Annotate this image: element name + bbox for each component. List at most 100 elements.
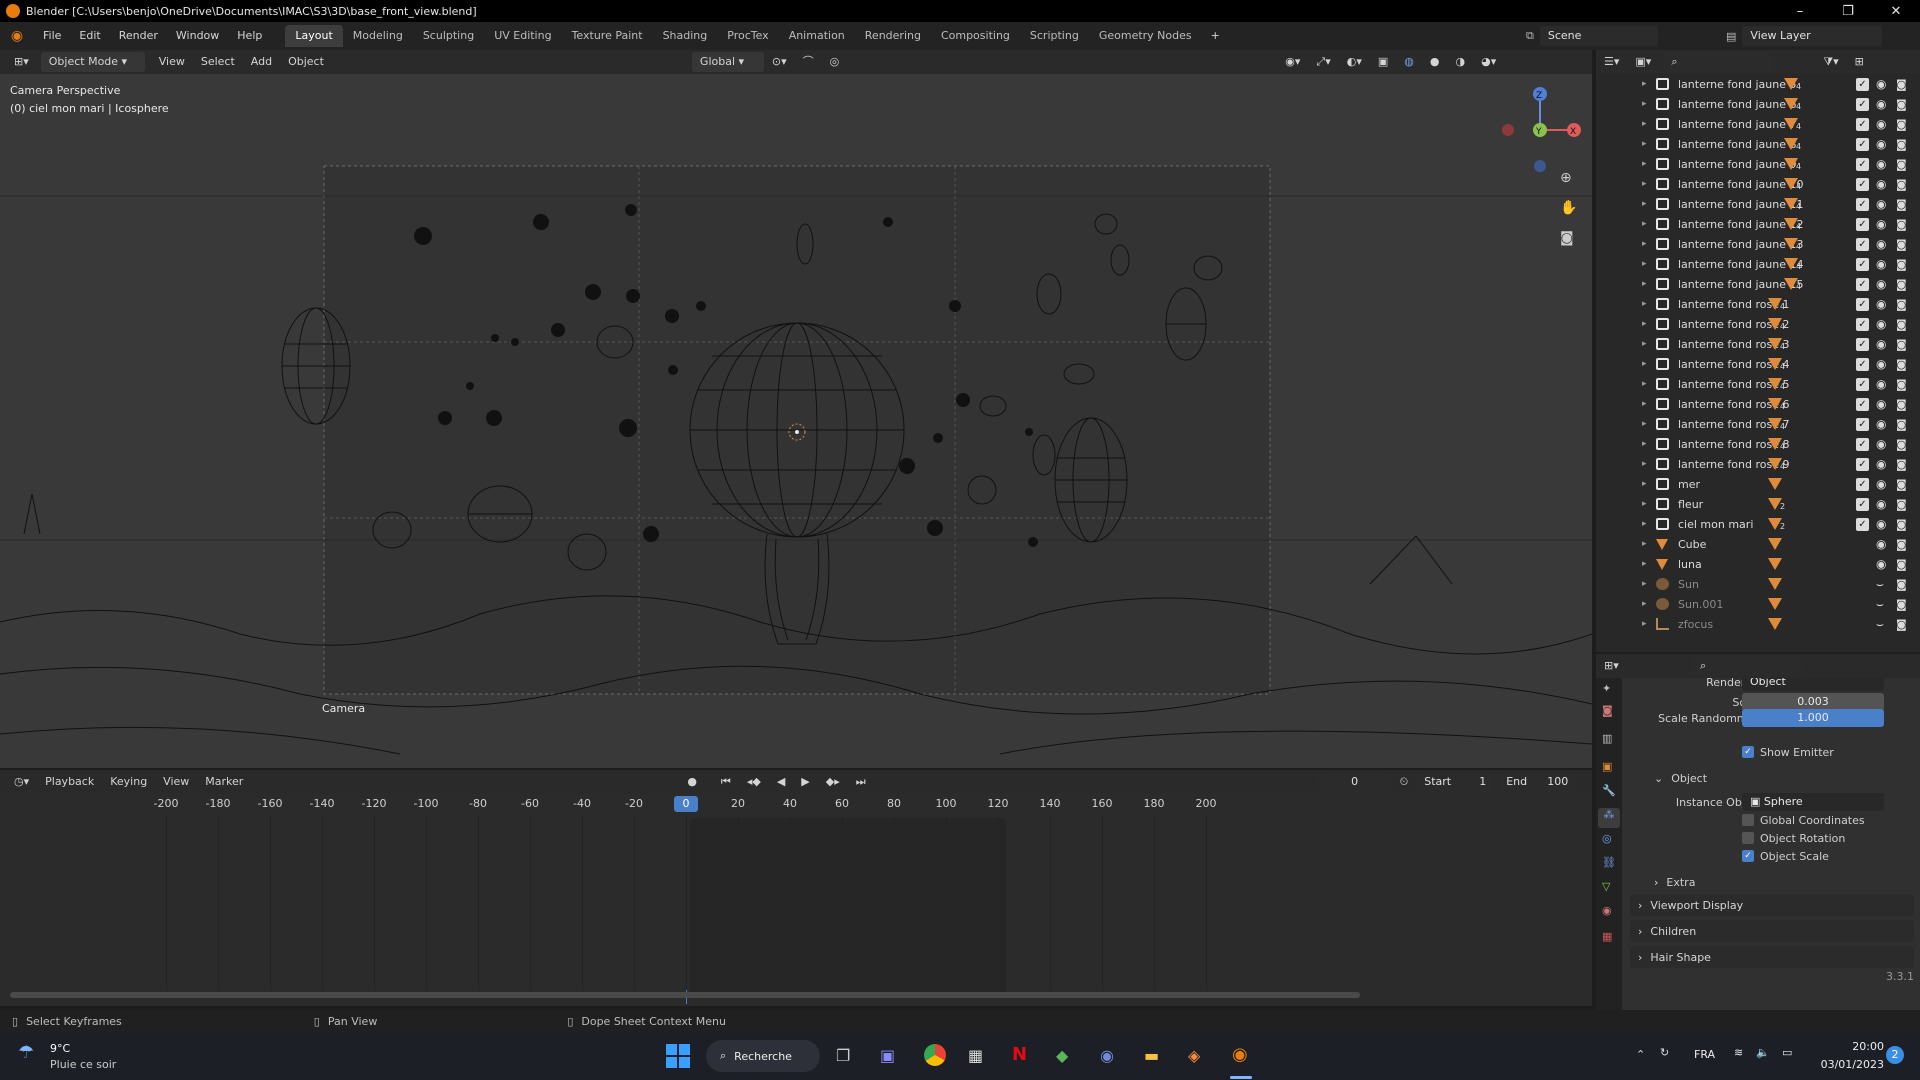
expand-arrow-icon[interactable]: ▸ [1642, 439, 1647, 449]
expand-arrow-icon[interactable]: ▸ [1642, 139, 1647, 149]
visibility-eye-icon[interactable]: ◉ [1876, 277, 1886, 291]
expand-arrow-icon[interactable]: ▸ [1642, 79, 1647, 89]
render-camera-icon[interactable]: ◙ [1896, 538, 1907, 551]
next-keyframe-icon[interactable]: ◆▸ [818, 772, 848, 792]
exclude-checkbox[interactable]: ✓ [1856, 117, 1869, 131]
menu-render[interactable]: Render [110, 25, 167, 47]
children-panel[interactable]: › Children [1630, 920, 1914, 942]
expand-arrow-icon[interactable]: ▸ [1642, 599, 1647, 609]
visibility-eye-icon[interactable]: ◉ [1876, 317, 1886, 331]
volume-icon[interactable]: 🔈 [1756, 1046, 1770, 1059]
particles-tab-icon[interactable]: ⁂ [1598, 808, 1620, 828]
outliner-row[interactable]: ▸ Sun ⌣ ◙ [1596, 574, 1920, 594]
expand-arrow-icon[interactable]: ▸ [1642, 539, 1647, 549]
wireframe-shading-icon[interactable]: ◍ [1396, 52, 1422, 72]
windows-start-icon[interactable] [666, 1044, 690, 1068]
exclude-checkbox[interactable]: ✓ [1856, 97, 1869, 111]
exclude-checkbox[interactable]: ✓ [1856, 297, 1869, 311]
record-icon[interactable]: ● [679, 772, 705, 792]
netflix-icon[interactable]: N [1012, 1044, 1027, 1065]
outliner-row[interactable]: ▸ Cube ◉ ◙ [1596, 534, 1920, 554]
timeline-editor-type-icon[interactable]: ◷▾ [6, 772, 37, 792]
visibility-eye-icon[interactable]: ◉ [1876, 97, 1886, 111]
exclude-checkbox[interactable]: ✓ [1856, 277, 1869, 291]
show-emitter-row[interactable]: ✓ Show Emitter [1742, 742, 1920, 762]
exclude-checkbox[interactable]: ✓ [1856, 257, 1869, 271]
visibility-icon[interactable]: ◉▾ [1277, 52, 1308, 72]
render-camera-icon[interactable]: ◙ [1896, 518, 1907, 531]
viewport-display-panel[interactable]: › Viewport Display [1630, 894, 1914, 916]
render-camera-icon[interactable]: ◙ [1896, 398, 1907, 411]
xray-icon[interactable]: ▣ [1370, 52, 1396, 72]
instance-object-field[interactable]: ▣ Sphere [1742, 793, 1884, 811]
show-emitter-checkbox[interactable]: ✓ [1742, 746, 1754, 758]
outliner-row[interactable]: ▸ lanterne fond rose 7 4 ✓ ◉ ◙ [1596, 414, 1920, 434]
outliner-row[interactable]: ▸ lanterne fond rose 4 4 ✓ ◉ ◙ [1596, 354, 1920, 374]
exclude-checkbox[interactable]: ✓ [1856, 497, 1869, 511]
viewport-menu-object[interactable]: Object [280, 52, 332, 72]
chrome-icon[interactable] [924, 1044, 946, 1066]
scene-name-field[interactable]: Scene [1539, 26, 1658, 46]
exclude-checkbox[interactable]: ✓ [1856, 477, 1869, 491]
outliner-search-input[interactable]: ⌕ [1663, 52, 1774, 72]
expand-arrow-icon[interactable]: ▸ [1642, 579, 1647, 589]
object-scale-row[interactable]: ✓ Object Scale [1742, 846, 1920, 866]
render-camera-icon[interactable]: ◙ [1896, 138, 1907, 151]
render-camera-icon[interactable]: ◙ [1896, 198, 1907, 211]
expand-arrow-icon[interactable]: ▸ [1642, 619, 1647, 629]
render-camera-icon[interactable]: ◙ [1896, 238, 1907, 251]
workspace-tab-compositing[interactable]: Compositing [931, 25, 1020, 47]
new-collection-icon[interactable]: ⊞ [1847, 52, 1872, 72]
gizmo-icon[interactable]: ⤢▾ [1308, 52, 1338, 72]
expand-arrow-icon[interactable]: ▸ [1642, 259, 1647, 269]
visibility-eye-icon[interactable]: ◉ [1876, 437, 1886, 451]
constraints-tab-icon[interactable]: ⛓ [1602, 856, 1616, 869]
add-workspace-button[interactable]: + [1202, 25, 1229, 47]
view-layer-selector[interactable]: ▤ View Layer [1726, 25, 1883, 47]
render-camera-icon[interactable]: ◙ [1896, 578, 1907, 591]
expand-arrow-icon[interactable]: ▸ [1642, 379, 1647, 389]
expand-arrow-icon[interactable]: ▸ [1642, 279, 1647, 289]
mode-selector[interactable]: Object Mode ▾ [40, 52, 145, 72]
clock-date[interactable]: 03/01/2023 [1818, 1058, 1884, 1071]
outliner-row[interactable]: ▸ lanterne fond rose 6 4 ✓ ◉ ◙ [1596, 394, 1920, 414]
outliner-row[interactable]: ▸ lanterne fond jaune 12 4 ✓ ◉ ◙ [1596, 214, 1920, 234]
render-camera-icon[interactable]: ◙ [1896, 498, 1907, 511]
outliner-row[interactable]: ▸ lanterne fond jaune 9 4 ✓ ◉ ◙ [1596, 154, 1920, 174]
visibility-eye-icon[interactable]: ◉ [1876, 117, 1886, 131]
transform-orientation-select[interactable]: Global ▾ [691, 52, 764, 72]
store-icon[interactable]: ▦ [968, 1046, 983, 1065]
expand-arrow-icon[interactable]: ▸ [1642, 399, 1647, 409]
workspace-tab-shading[interactable]: Shading [653, 25, 718, 47]
material-shading-icon[interactable]: ◑ [1447, 52, 1473, 72]
menu-help[interactable]: Help [228, 25, 271, 47]
temperature[interactable]: 9°C [50, 1042, 70, 1055]
brave-icon[interactable]: ◈ [1188, 1046, 1200, 1065]
outliner-row[interactable]: ▸ lanterne fond jaune 6 4 ✓ ◉ ◙ [1596, 94, 1920, 114]
visibility-eye-icon[interactable]: ◉ [1876, 517, 1886, 531]
exclude-checkbox[interactable]: ✓ [1856, 337, 1869, 351]
outliner-row[interactable]: ▸ lanterne fond jaune 14 4 ✓ ◉ ◙ [1596, 254, 1920, 274]
render-camera-icon[interactable]: ◙ [1896, 358, 1907, 371]
viewport-menu-add[interactable]: Add [243, 52, 280, 72]
language-indicator[interactable]: FRA [1694, 1048, 1715, 1061]
navigation-gizmo[interactable]: Z Y X [1494, 86, 1586, 172]
task-view-icon[interactable]: ❐ [836, 1046, 850, 1065]
outliner-row[interactable]: ▸ lanterne fond rose 1 4 ✓ ◉ ◙ [1596, 294, 1920, 314]
workspace-tab-texture-paint[interactable]: Texture Paint [562, 25, 653, 47]
start-frame-field[interactable]: Start 1 [1416, 772, 1495, 792]
render-camera-icon[interactable]: ◙ [1896, 218, 1907, 231]
workspace-tab-geometry-nodes[interactable]: Geometry Nodes [1089, 25, 1202, 47]
file-explorer-icon[interactable]: ▬ [1144, 1046, 1159, 1065]
render-camera-icon[interactable]: ◙ [1896, 598, 1907, 611]
render-camera-icon[interactable]: ◙ [1896, 78, 1907, 91]
visibility-eye-icon[interactable]: ◉ [1876, 357, 1886, 371]
render-camera-icon[interactable]: ◙ [1896, 118, 1907, 131]
workspace-tab-proctex[interactable]: ProcTex [717, 25, 778, 47]
prev-keyframe-icon[interactable]: ◂◆ [739, 772, 769, 792]
outliner-row[interactable]: ▸ lanterne fond rose 9 4 ✓ ◉ ◙ [1596, 454, 1920, 474]
exclude-checkbox[interactable]: ✓ [1856, 157, 1869, 171]
gizmo-axis-z[interactable]: Z [1536, 91, 1542, 101]
solid-shading-icon[interactable]: ● [1422, 52, 1448, 72]
overlay-icon[interactable]: ◐▾ [1339, 52, 1370, 72]
